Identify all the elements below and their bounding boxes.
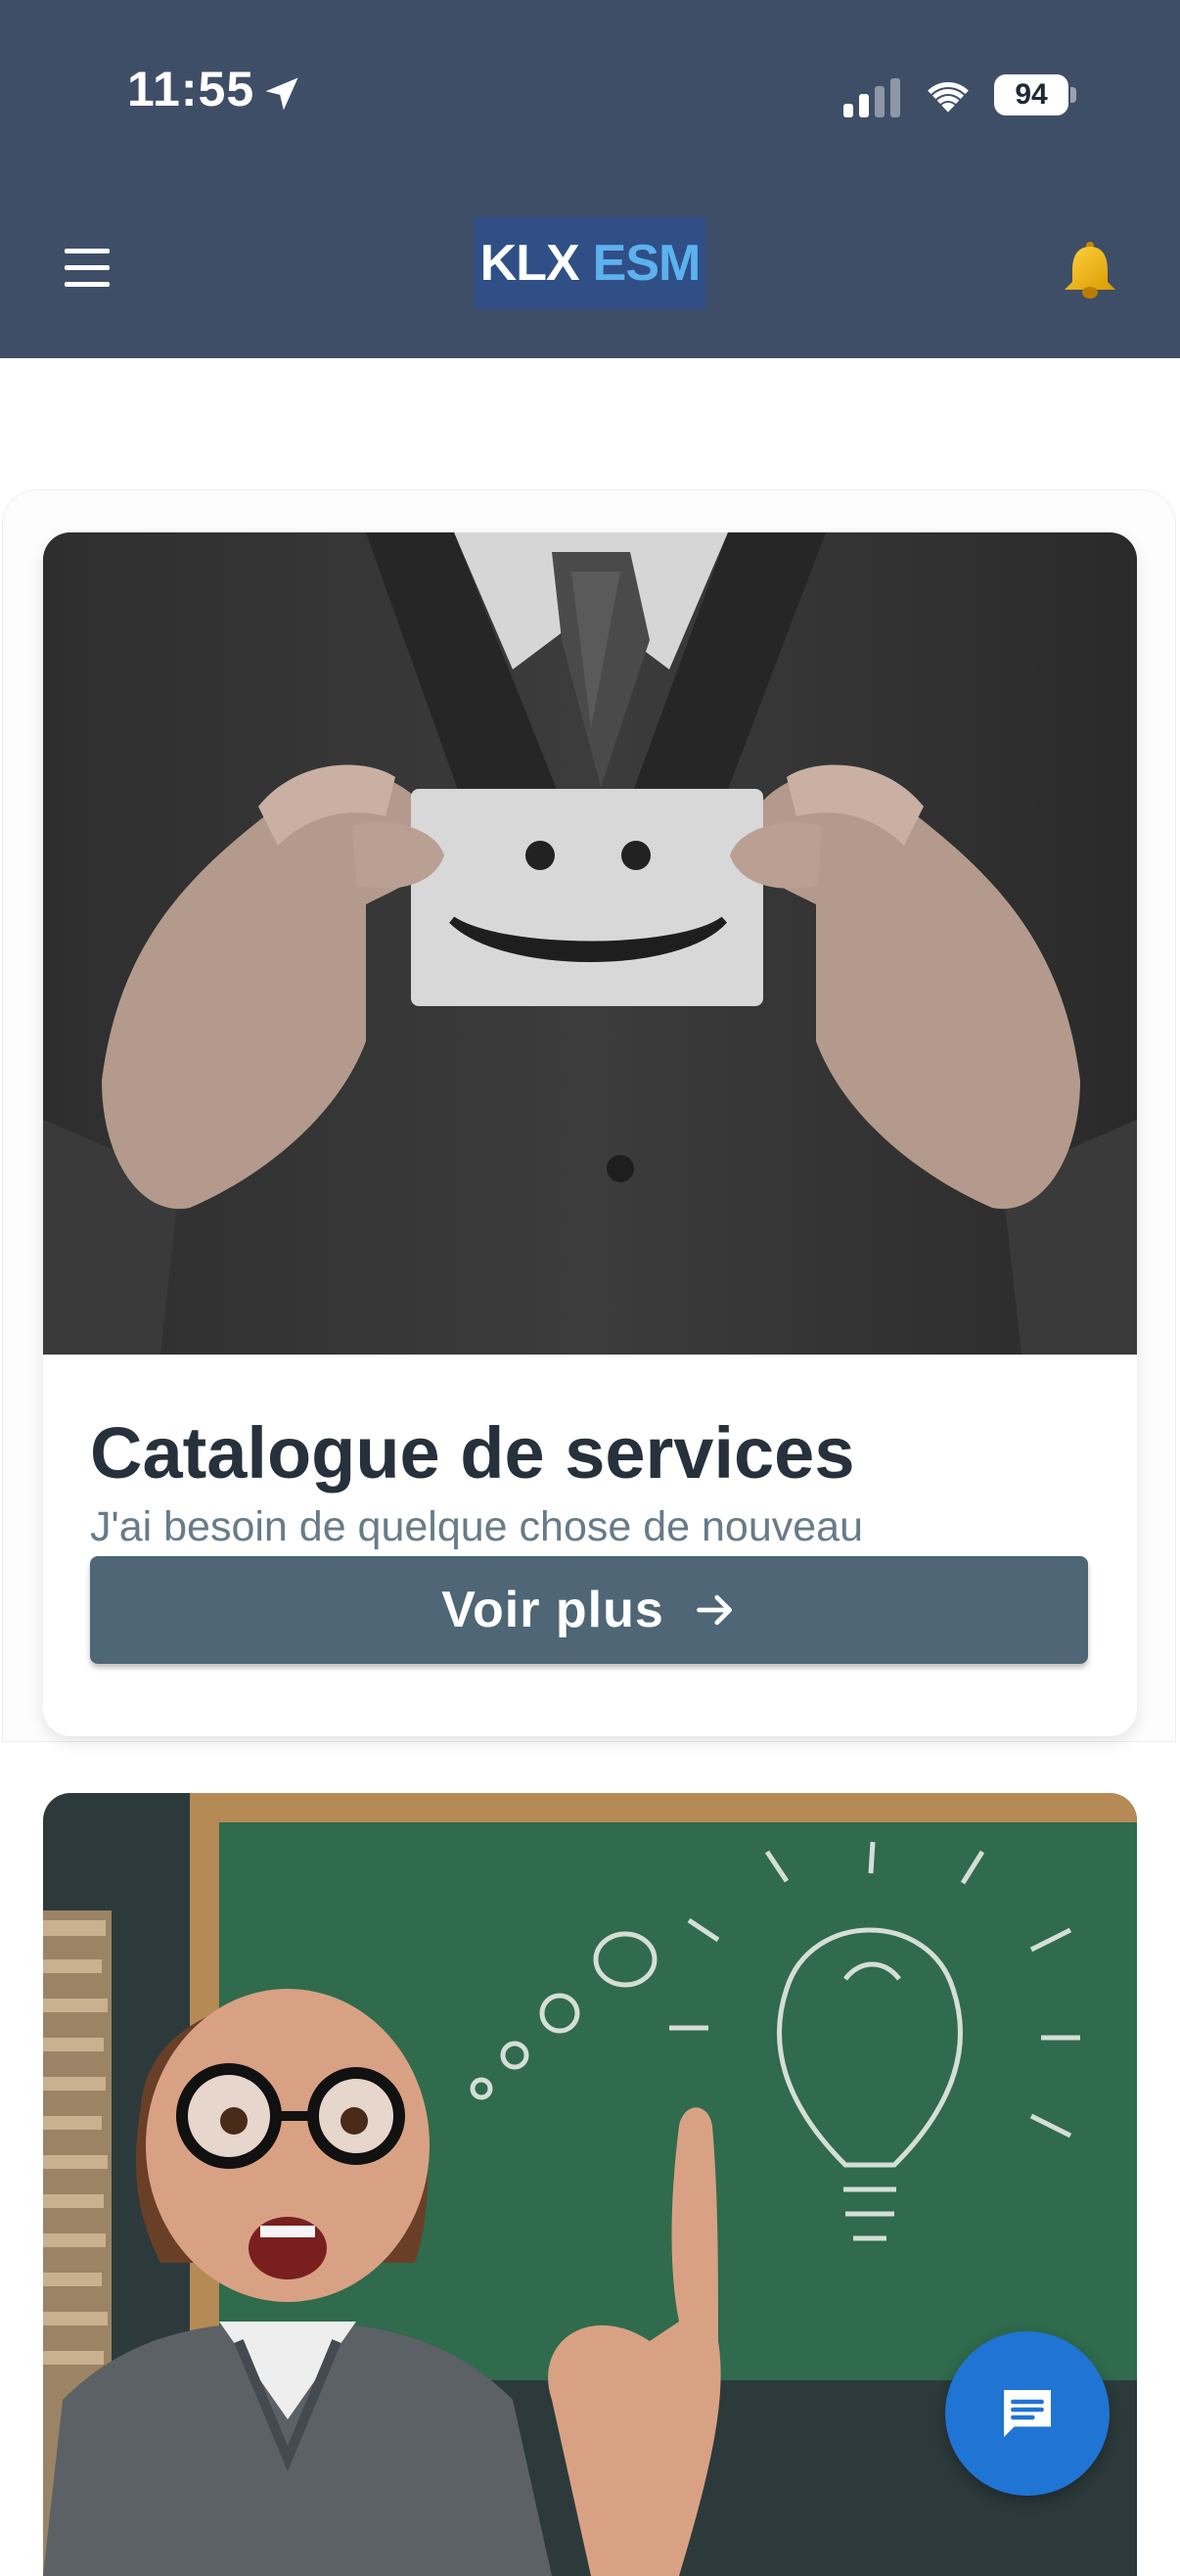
card-title: Catalogue de services — [90, 1412, 855, 1494]
card-image-smiley-business-card — [43, 532, 1137, 1355]
see-more-button[interactable]: Voir plus — [90, 1556, 1088, 1664]
bell-icon[interactable] — [1059, 239, 1121, 303]
service-catalog-card[interactable]: Catalogue de services J'ai besoin de que… — [43, 532, 1137, 1736]
cellular-signal-icon — [843, 78, 900, 117]
battery-icon: 94 — [994, 74, 1076, 115]
app-logo[interactable]: KLX ESM — [474, 217, 706, 309]
chat-button[interactable] — [945, 2331, 1110, 2496]
app-header: 11:55 94 KLX ESM — [0, 0, 1180, 358]
status-time: 11:55 — [127, 62, 255, 116]
see-more-label: Voir plus — [441, 1582, 664, 1638]
logo-text-klx: KLX — [479, 235, 580, 292]
location-arrow-icon — [265, 77, 298, 111]
logo-text-esm: ESM — [592, 235, 702, 292]
wifi-icon — [928, 82, 969, 113]
battery-level: 94 — [1015, 78, 1048, 111]
arrow-right-icon — [696, 1594, 732, 1626]
menu-icon[interactable] — [65, 249, 112, 288]
chat-icon — [1004, 2390, 1051, 2437]
card-subtitle: J'ai besoin de quelque chose de nouveau — [90, 1503, 863, 1550]
